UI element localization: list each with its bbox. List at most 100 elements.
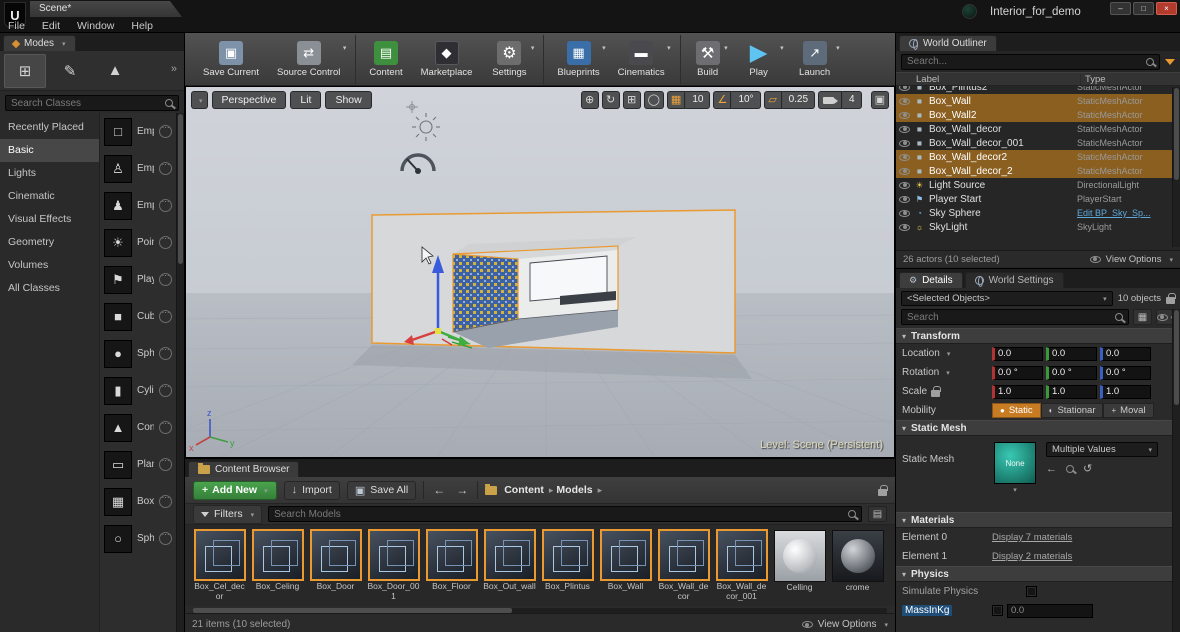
- asset-tile[interactable]: Box_Wall_decor: [655, 528, 712, 606]
- placeable-item[interactable]: ♙ Empty: [100, 150, 176, 187]
- actor-row[interactable]: ■ Box_Wall_decor_2 StaticMeshActor: [896, 164, 1180, 178]
- chevron-down-icon[interactable]: ▾: [1013, 486, 1017, 494]
- actor-row[interactable]: ☼ SkyLight SkyLight: [896, 220, 1180, 234]
- toolbar-button[interactable]: ▦ ▾ Blueprints: [543, 35, 603, 84]
- view-mode-button[interactable]: Lit: [290, 91, 321, 109]
- modes-scrollbar[interactable]: [176, 113, 184, 632]
- type-column-header[interactable]: Type: [1080, 74, 1180, 85]
- toolbar-button[interactable]: ↗ ▾ Launch: [792, 35, 838, 84]
- category-item[interactable]: Volumes: [0, 254, 99, 277]
- visibility-eye-icon[interactable]: [899, 182, 910, 189]
- placeable-item[interactable]: ▲ Cone: [100, 409, 176, 446]
- placeable-item[interactable]: ⚑ Player: [100, 261, 176, 298]
- mode-tool-button[interactable]: ⊞: [4, 54, 46, 88]
- reset-asset-icon[interactable]: ↺: [1083, 462, 1092, 475]
- scale-tool-icon[interactable]: ⊞: [623, 91, 641, 109]
- scale-label[interactable]: Scale: [902, 386, 988, 397]
- mode-tool-button[interactable]: ✎: [49, 54, 91, 88]
- perspective-button[interactable]: Perspective: [212, 91, 287, 109]
- asset-tile[interactable]: Celling: [771, 528, 828, 606]
- menu-item[interactable]: File: [8, 20, 25, 32]
- browse-asset-icon[interactable]: [1066, 465, 1074, 473]
- drag-handle-icon[interactable]: [159, 199, 172, 212]
- uniform-scale-lock-icon[interactable]: [931, 390, 940, 397]
- tab-world-settings[interactable]: World Settings: [965, 272, 1064, 288]
- toolbar-caret-icon[interactable]: ▾: [724, 44, 728, 52]
- asset-tile[interactable]: Box_Door: [307, 528, 364, 606]
- static-mesh-dropdown[interactable]: Multiple Values: [1046, 442, 1158, 457]
- show-button[interactable]: Show: [325, 91, 371, 109]
- toolbar-caret-icon[interactable]: ▾: [667, 44, 671, 52]
- drag-handle-icon[interactable]: [159, 458, 172, 471]
- category-item[interactable]: Basic: [0, 139, 99, 162]
- mass-value-field[interactable]: [1007, 604, 1093, 618]
- toolbar-button[interactable]: ⚙ ▾ Settings: [486, 35, 532, 84]
- material-display-link[interactable]: Display 2 materials: [992, 551, 1072, 562]
- mobility-option[interactable]: + Moval: [1103, 403, 1153, 418]
- placeable-item[interactable]: ☀ Point L: [100, 224, 176, 261]
- toolbar-caret-icon[interactable]: ▾: [531, 44, 535, 52]
- scale-x-field[interactable]: [992, 385, 1043, 399]
- location-label[interactable]: Location: [902, 348, 988, 359]
- maximize-viewport-icon[interactable]: ▣: [871, 91, 889, 109]
- maximize-button[interactable]: □: [1133, 2, 1154, 15]
- placeable-item[interactable]: ▦ Box Tr: [100, 483, 176, 520]
- toolbar-button[interactable]: ◆ Marketplace: [417, 35, 477, 84]
- search-assets-input[interactable]: [268, 506, 862, 522]
- asset-tile[interactable]: Box_Floor: [423, 528, 480, 606]
- details-scrollbar[interactable]: [1172, 309, 1180, 632]
- translate-tool-icon[interactable]: ⊕: [581, 91, 599, 109]
- tab-details[interactable]: Details: [899, 272, 963, 288]
- camera-speed-value[interactable]: 4: [842, 91, 862, 109]
- drag-handle-icon[interactable]: [159, 236, 172, 249]
- location-x-field[interactable]: [992, 347, 1043, 361]
- view-settings-icon[interactable]: ▤: [868, 506, 887, 522]
- visibility-eye-icon[interactable]: [899, 210, 910, 217]
- drag-handle-icon[interactable]: [159, 384, 172, 397]
- outliner-scrollbar[interactable]: [1172, 87, 1180, 247]
- add-new-button[interactable]: Add New: [193, 481, 277, 500]
- scale-z-field[interactable]: [1100, 385, 1151, 399]
- material-display-link[interactable]: Display 7 materials: [992, 532, 1072, 543]
- mass-override-checkbox[interactable]: [992, 605, 1003, 616]
- world-space-icon[interactable]: ◯: [644, 91, 664, 109]
- toolbar-button[interactable]: ⚒ ▾ Build: [680, 35, 726, 84]
- category-item[interactable]: Visual Effects: [0, 208, 99, 231]
- expand-toolbar-icon[interactable]: »: [171, 63, 177, 75]
- selected-objects-dropdown[interactable]: <Selected Objects>: [901, 291, 1113, 306]
- filters-button[interactable]: Filters: [193, 505, 262, 524]
- drag-handle-icon[interactable]: [159, 421, 172, 434]
- label-column-header[interactable]: Label: [896, 74, 1080, 85]
- placeable-item[interactable]: ● Spher: [100, 335, 176, 372]
- outliner-search-input[interactable]: [901, 54, 1160, 70]
- asset-tile[interactable]: Box_Wall: [597, 528, 654, 606]
- toolbar-caret-icon[interactable]: ▾: [836, 44, 840, 52]
- simulate-physics-checkbox[interactable]: [1026, 586, 1037, 597]
- viewport-options-button[interactable]: [191, 91, 208, 109]
- visibility-eye-icon[interactable]: [899, 112, 910, 119]
- minimize-button[interactable]: –: [1110, 2, 1131, 15]
- details-search-input[interactable]: [901, 309, 1129, 325]
- section-materials[interactable]: Materials: [896, 512, 1180, 528]
- view-options-button[interactable]: View Options: [1090, 254, 1173, 265]
- actor-row[interactable]: ⚑ Player Start PlayerStart: [896, 192, 1180, 206]
- visibility-eye-icon[interactable]: [899, 224, 910, 231]
- visibility-eye-icon[interactable]: [899, 168, 910, 175]
- actor-row[interactable]: ■ Box_Wall_decor StaticMeshActor: [896, 122, 1180, 136]
- drag-handle-icon[interactable]: [159, 273, 172, 286]
- placeable-item[interactable]: ■ Cube: [100, 298, 176, 335]
- camera-speed-icon[interactable]: [818, 91, 842, 109]
- section-physics[interactable]: Physics: [896, 566, 1180, 582]
- category-item[interactable]: Cinematic: [0, 185, 99, 208]
- visibility-eye-icon[interactable]: [899, 140, 910, 147]
- content-browser-tab[interactable]: Content Browser: [188, 461, 299, 477]
- asset-tile[interactable]: Box_Cel_decor: [191, 528, 248, 606]
- rotation-snap-icon[interactable]: ∠: [713, 91, 731, 109]
- use-selected-asset-icon[interactable]: ←: [1046, 463, 1057, 475]
- rotation-label[interactable]: Rotation: [902, 367, 988, 378]
- drag-handle-icon[interactable]: [159, 125, 172, 138]
- placeable-item[interactable]: ♟ Empty: [100, 187, 176, 224]
- toolbar-button[interactable]: ▶ ▾ Play: [736, 35, 782, 84]
- level-tab[interactable]: Scene*: [30, 1, 182, 17]
- menu-item[interactable]: Window: [77, 20, 114, 32]
